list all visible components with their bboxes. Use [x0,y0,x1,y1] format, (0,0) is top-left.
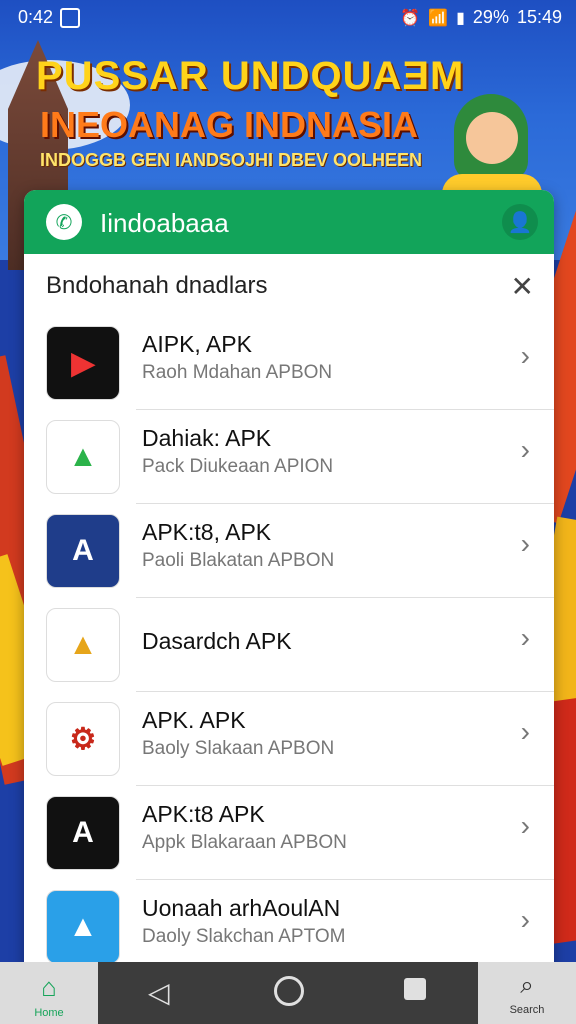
status-time-right: 15:49 [516,7,562,27]
list-item[interactable]: ⚙ APK. APK Baoly Slakaan APBON › [24,692,554,786]
app-icon: ▲ [46,420,120,494]
app-bar: ✆ Iindoabaaa 👤 [24,190,554,254]
status-right: ⏰ 📶 ▮ 29% 15:49 [400,7,562,28]
app-list: ▶ AIPK, APK Raoh Mdahan APBON › ▲ Dahiak… [24,316,554,970]
app-icon: ▶ [46,326,120,400]
list-item[interactable]: ▶ AIPK, APK Raoh Mdahan APBON › [24,316,554,410]
home-icon: ⌂ [41,972,57,1002]
app-icon: ▲ [46,890,120,964]
app-name: APK:t8 APK [142,801,265,827]
chevron-right-icon: › [520,904,530,935]
app-name: Dahiak: APK [142,425,272,451]
app-name: APK. APK [142,707,246,733]
notification-icon [60,8,80,28]
recents-square-icon[interactable] [404,978,426,1000]
back-icon[interactable]: ◁ [148,976,170,1009]
app-subtitle: Raoh Mdahan APBON [142,362,333,383]
promo-banner: PUSSAR UNDQUAƎM INEOANAG INDNASIA INDOGG… [0,40,576,230]
app-name: Dasardch APK [142,628,292,654]
app-icon: A [46,514,120,588]
mascot-face [466,112,518,164]
chevron-right-icon: › [520,716,530,747]
list-item[interactable]: ▲ Dahiak: APK Pack Diukeaan APION › [24,410,554,504]
account-icon[interactable]: 👤 [502,204,538,240]
app-name: APK:t8, APK [142,519,272,545]
list-item[interactable]: ▲ Dasardch APK › [24,598,554,692]
status-bar: 0:42 ⏰ 📶 ▮ 29% 15:49 [0,0,576,34]
banner-title-1: PUSSAR UNDQUAƎM [36,54,465,98]
battery-percent: 29% [472,7,509,27]
list-item[interactable]: ▲ Uonaah arhAoulAN Daoly Slakchan APTOM … [24,880,554,970]
app-subtitle: Paoli Blakatan APBON [142,550,335,571]
app-name: Uonaah arhAoulAN [142,895,341,921]
app-name: AIPK, APK [142,331,252,357]
chevron-right-icon: › [520,528,530,559]
app-card: ✆ Iindoabaaa 👤 Bndohanah dnadlars ✕ ▶ AI… [24,190,554,970]
app-subtitle: Baoly Slakaan APBON [142,738,335,759]
home-label: Home [34,1007,64,1019]
phone-logo-icon[interactable]: ✆ [46,204,82,240]
chevron-right-icon: › [520,434,530,465]
search-tab[interactable]: ⌕ Search [478,962,576,1024]
app-icon: ▲ [46,608,120,682]
search-icon: ⌕ [520,972,534,999]
banner-title-2: INEOANAG INDNASIA [40,104,419,145]
signal-icon: ▮ [456,9,465,27]
app-subtitle: Appk Blakaraan APBON [142,832,347,853]
search-label: Search [509,1004,545,1016]
banner-tagline: INDOGGB GEN IANDSOJHI DBEV OOLHEEN [40,150,423,170]
chevron-right-icon: › [520,340,530,371]
list-item[interactable]: A APK:t8, APK Paoli Blakatan APBON › [24,504,554,598]
app-icon: A [46,796,120,870]
sheet-title: Bndohanah dnadlars [46,272,268,299]
chevron-right-icon: › [520,810,530,841]
home-circle-icon[interactable] [274,976,304,1006]
close-icon[interactable]: ✕ [511,270,534,303]
bottom-navigation: ⌂ Home ◁ ⌕ Search [0,962,576,1024]
status-time-left: 0:42 [18,7,54,27]
app-subtitle: Daoly Slakchan APTOM [142,926,346,947]
chevron-right-icon: › [520,622,530,653]
home-tab[interactable]: ⌂ Home [0,962,98,1024]
sheet-header: Bndohanah dnadlars ✕ [24,254,554,316]
alarm-icon: ⏰ [400,9,421,27]
app-subtitle: Pack Diukeaan APION [142,456,334,477]
wifi-icon: 📶 [428,9,449,27]
app-icon: ⚙ [46,702,120,776]
list-item[interactable]: A APK:t8 APK Appk Blakaraan APBON › [24,786,554,880]
app-title: Iindoabaaa [100,208,229,238]
